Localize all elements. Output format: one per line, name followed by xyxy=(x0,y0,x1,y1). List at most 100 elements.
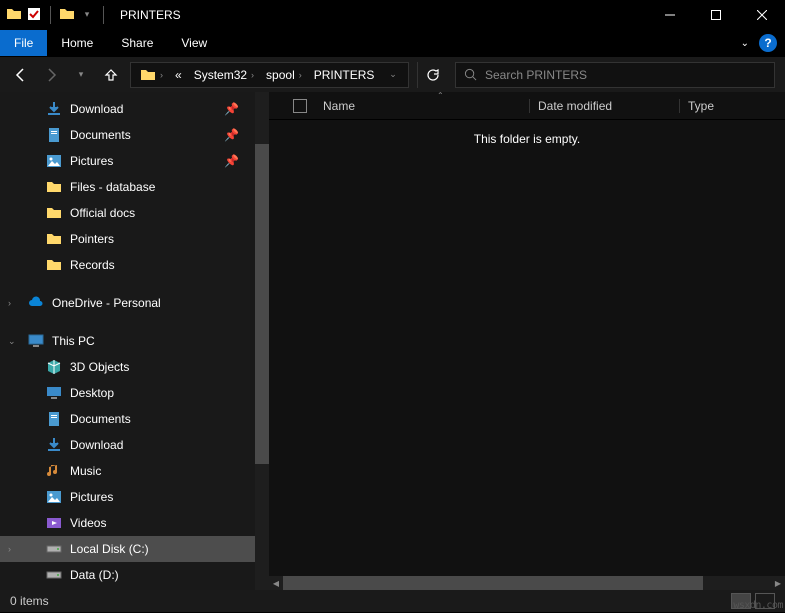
sidebar-item-label: Local Disk (C:) xyxy=(70,542,149,556)
search-icon xyxy=(464,68,477,81)
tab-share[interactable]: Share xyxy=(107,30,167,56)
breadcrumb-root-icon[interactable]: › xyxy=(135,63,168,87)
computer-icon xyxy=(28,333,44,349)
sidebar-item-label: Download xyxy=(70,102,123,116)
location-folder-icon xyxy=(59,6,75,22)
pin-icon: 📌 xyxy=(224,128,239,142)
sidebar-item-pc[interactable]: Download xyxy=(0,432,255,458)
chevron-right-icon[interactable]: › xyxy=(8,298,11,308)
sidebar-item-pc[interactable]: Videos xyxy=(0,510,255,536)
recent-dropdown-icon[interactable]: ▾ xyxy=(70,64,92,86)
item-icon xyxy=(46,437,62,453)
sidebar-item-pc[interactable]: Data (D:) xyxy=(0,562,255,588)
sidebar-item-quick[interactable]: Official docs xyxy=(0,200,255,226)
file-list-pane: Name⌃ Date modified Type This folder is … xyxy=(255,92,785,590)
sidebar-item-label: Videos xyxy=(70,516,106,530)
search-input[interactable]: Search PRINTERS xyxy=(455,62,775,88)
qat-dropdown-icon[interactable]: ▾ xyxy=(79,6,95,22)
back-button[interactable] xyxy=(10,64,32,86)
sidebar-item-label: OneDrive - Personal xyxy=(52,296,161,310)
breadcrumb-prefix[interactable]: « xyxy=(170,63,187,87)
close-button[interactable] xyxy=(739,0,785,30)
chevron-right-icon[interactable]: › xyxy=(8,544,11,554)
sidebar-item-thispc[interactable]: ⌄ This PC xyxy=(0,328,255,354)
sidebar-item-pc[interactable]: 3D Objects xyxy=(0,354,255,380)
item-icon xyxy=(46,127,62,143)
sort-ascending-icon: ⌃ xyxy=(437,91,444,100)
sidebar-item-quick[interactable]: Pictures📌 xyxy=(0,148,255,174)
item-icon xyxy=(46,541,62,557)
maximize-button[interactable] xyxy=(693,0,739,30)
sidebar-item-label: Download xyxy=(70,438,123,452)
content-area: Download📌 Documents 📌 Pictures📌Files - data… xyxy=(0,92,785,590)
sidebar-item-quick[interactable]: Pointers xyxy=(0,226,255,252)
column-header-row: Name⌃ Date modified Type xyxy=(269,92,785,120)
sidebar-item-label: Music xyxy=(70,464,101,478)
empty-folder-message: This folder is empty. xyxy=(269,120,785,146)
sidebar-item-pc[interactable]: Documents xyxy=(0,406,255,432)
sidebar-item-quick[interactable]: Download📌 xyxy=(0,96,255,122)
tab-view[interactable]: View xyxy=(167,30,221,56)
cloud-icon xyxy=(28,295,44,311)
horizontal-scrollbar[interactable]: ◀ ▶ xyxy=(269,576,785,590)
ribbon-expand-icon[interactable]: ⌄ xyxy=(741,38,749,49)
address-toolbar: ▾ › « System32› spool› PRINTERS ⌄ Search… xyxy=(0,56,785,92)
column-type[interactable]: Type xyxy=(679,99,714,113)
titlebar: ▾ PRINTERS xyxy=(0,0,785,30)
status-items-count: 0 items xyxy=(10,594,49,608)
column-date[interactable]: Date modified xyxy=(529,99,679,113)
breadcrumb-item[interactable]: PRINTERS xyxy=(309,63,380,87)
watermark: wsxdn.com xyxy=(733,600,783,611)
scroll-left-icon[interactable]: ◀ xyxy=(269,576,283,590)
sidebar-item-pc[interactable]: Desktop xyxy=(0,380,255,406)
breadcrumb-item[interactable]: System32› xyxy=(189,63,259,87)
breadcrumb-item[interactable]: spool› xyxy=(261,63,307,87)
sidebar-item-label: Desktop xyxy=(70,386,114,400)
status-bar: 0 items xyxy=(0,590,785,612)
sidebar-item-pc[interactable]: Pictures xyxy=(0,484,255,510)
chevron-right-icon: › xyxy=(299,70,302,80)
sidebar-item-label: Documents xyxy=(70,128,131,142)
scrollbar-thumb[interactable] xyxy=(283,576,703,590)
qat-icon[interactable] xyxy=(26,6,42,22)
forward-button[interactable] xyxy=(40,64,62,86)
search-placeholder: Search PRINTERS xyxy=(485,68,587,82)
sidebar-item-pc[interactable]: › Local Disk (C:) xyxy=(0,536,255,562)
sidebar-item-label: 3D Objects xyxy=(70,360,129,374)
sidebar-item-label: Pictures xyxy=(70,490,113,504)
separator xyxy=(103,6,104,24)
tab-home[interactable]: Home xyxy=(47,30,107,56)
item-icon xyxy=(46,489,62,505)
item-icon xyxy=(46,205,62,221)
sidebar-item-quick[interactable]: Files - database xyxy=(0,174,255,200)
sidebar-item-quick[interactable]: Records xyxy=(0,252,255,278)
minimize-button[interactable] xyxy=(647,0,693,30)
window-title: PRINTERS xyxy=(120,8,181,22)
item-icon xyxy=(46,101,62,117)
item-icon xyxy=(46,385,62,401)
vertical-scrollbar[interactable] xyxy=(255,92,269,590)
chevron-right-icon: › xyxy=(160,70,163,80)
sidebar-item-quick[interactable]: Documents 📌 xyxy=(0,122,255,148)
sidebar-item-label: Pointers xyxy=(70,232,114,246)
refresh-button[interactable] xyxy=(417,62,447,88)
sidebar-item-onedrive[interactable]: › OneDrive - Personal xyxy=(0,290,255,316)
help-icon[interactable]: ? xyxy=(759,34,777,52)
breadcrumb[interactable]: › « System32› spool› PRINTERS ⌄ xyxy=(130,62,409,88)
separator xyxy=(50,6,51,24)
navigation-pane: Download📌 Documents 📌 Pictures📌Files - data… xyxy=(0,92,255,590)
breadcrumb-dropdown-icon[interactable]: ⌄ xyxy=(382,69,404,80)
chevron-down-icon[interactable]: ⌄ xyxy=(8,336,16,347)
sidebar-item-label: Official docs xyxy=(70,206,135,220)
tab-file[interactable]: File xyxy=(0,30,47,56)
sidebar-item-pc[interactable]: Music xyxy=(0,458,255,484)
up-button[interactable] xyxy=(100,64,122,86)
scrollbar-thumb[interactable] xyxy=(255,144,269,464)
sidebar-item-label: Records xyxy=(70,258,115,272)
sidebar-item-label: This PC xyxy=(52,334,95,348)
item-icon xyxy=(46,153,62,169)
scroll-right-icon[interactable]: ▶ xyxy=(771,576,785,590)
column-name[interactable]: Name⌃ xyxy=(319,99,529,113)
select-all-checkbox[interactable] xyxy=(293,99,307,113)
item-icon xyxy=(46,257,62,273)
